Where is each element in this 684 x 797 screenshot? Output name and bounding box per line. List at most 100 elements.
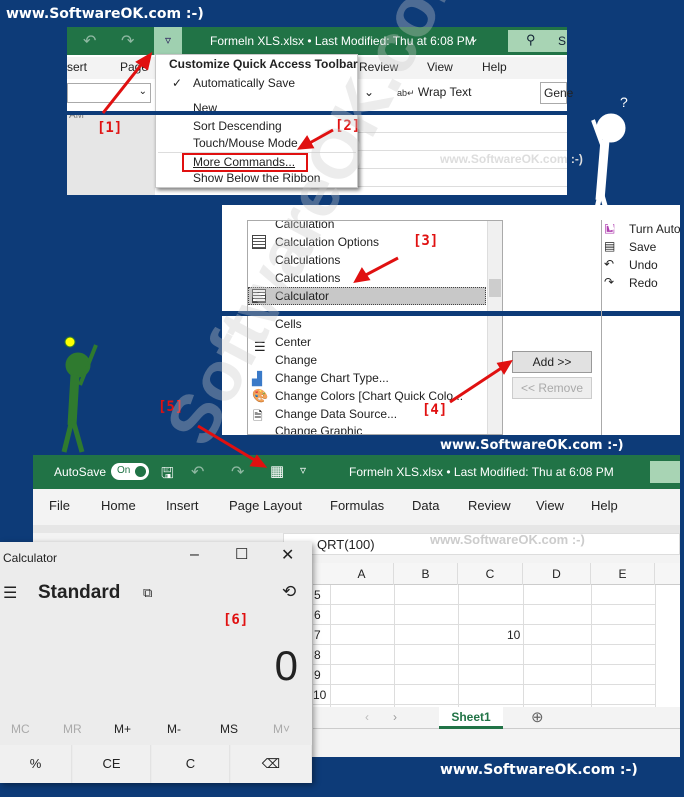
list-item[interactable]: Center	[275, 335, 311, 349]
memory-subtract-button[interactable]: M-	[167, 722, 181, 736]
clear-entry-button[interactable]: CE	[73, 745, 151, 783]
hamburger-menu-icon[interactable]: ☰	[3, 583, 17, 603]
calculator-icon[interactable]: ▦	[270, 462, 284, 480]
tab-home[interactable]: Home	[101, 498, 136, 513]
sheet-tab-bar: ‹ › Sheet1 ⊕	[313, 707, 680, 729]
memory-clear-button[interactable]: MC	[11, 722, 30, 736]
tab-page-layout[interactable]: Page Layout	[229, 498, 302, 513]
memory-store-button[interactable]: MS	[220, 722, 238, 736]
tab-review[interactable]: Review	[468, 498, 511, 513]
percent-button[interactable]: %	[0, 745, 72, 783]
worksheet-grid[interactable]: A B C D E 5 6 7 10 8 9 10	[313, 563, 680, 713]
tab-data[interactable]: Data	[412, 498, 439, 513]
minimize-icon[interactable]: –	[190, 546, 199, 564]
table-row: 5	[313, 585, 655, 605]
column-header[interactable]: D	[523, 563, 591, 585]
tab-insert[interactable]: Insert	[166, 498, 199, 513]
menu-item-new[interactable]: New	[193, 101, 217, 111]
list-item[interactable]: Calculation	[275, 221, 334, 231]
chevron-down-icon: ⌄	[138, 86, 147, 97]
undo-icon[interactable]: ↶	[83, 31, 96, 51]
search-box[interactable]	[650, 461, 680, 483]
sheet-tab-sheet1[interactable]: Sheet1	[439, 707, 503, 729]
column-header[interactable]: E	[591, 563, 655, 585]
list-item[interactable]: Calculation Options	[275, 235, 379, 249]
scrollbar-thumb[interactable]	[489, 279, 501, 297]
qat-item[interactable]: Redo	[629, 276, 658, 290]
tab-review[interactable]: Review	[359, 60, 398, 74]
qat-list[interactable]: ▣ Turn Auto ▤ Save ↶ Undo ↷ Redo	[601, 220, 681, 435]
qat-item[interactable]: Turn Auto	[629, 222, 681, 236]
tab-view[interactable]: View	[427, 60, 453, 74]
customize-qat-icon[interactable]: ▿	[300, 463, 306, 477]
redo-icon[interactable]: ↷	[121, 31, 134, 51]
ribbon-tabs: File Home Insert Page Layout Formulas Da…	[33, 493, 680, 521]
remove-button[interactable]: << Remove	[512, 377, 592, 399]
tab-help[interactable]: Help	[591, 498, 618, 513]
add-sheet-icon[interactable]: ⊕	[531, 708, 544, 726]
scroll-left-icon[interactable]: ‹	[365, 710, 369, 724]
redo-icon[interactable]: ↷	[231, 462, 244, 482]
chevron-down-icon[interactable]: ⌄	[364, 85, 374, 99]
calculator-mode: Standard	[38, 582, 121, 603]
chart-icon: ▟	[252, 371, 262, 386]
number-format-dropdown[interactable]: Gene	[540, 82, 573, 104]
column-header[interactable]: B	[394, 563, 458, 585]
title-bar: ↶ ↷ ▿ Formeln XLS.xlsx • Last Modified: …	[67, 27, 567, 55]
history-icon[interactable]: ⟲	[282, 582, 296, 602]
clear-button[interactable]: C	[152, 745, 230, 783]
customize-qat-menu-lower: Sort Descending Touch/Mouse Mode More Co…	[155, 115, 358, 188]
column-headers: A B C D E	[313, 563, 680, 585]
memory-recall-button[interactable]: MR	[63, 722, 82, 736]
memory-list-button[interactable]: M˅	[273, 722, 290, 736]
undo-icon[interactable]: ↶	[191, 462, 204, 482]
list-item[interactable]: Change Colors [Chart Quick Colo...	[275, 389, 463, 403]
list-item[interactable]: Calculations	[275, 271, 340, 285]
font-dropdown[interactable]: ⌄	[67, 83, 151, 103]
column-header[interactable]: C	[458, 563, 523, 585]
menu-item-sort-descending[interactable]: Sort Descending	[193, 119, 282, 133]
tab-formulas[interactable]: Formulas	[330, 498, 384, 513]
autosave-toggle[interactable]: On	[111, 463, 149, 480]
backspace-button[interactable]: ⌫	[231, 745, 312, 783]
list-item[interactable]: Change Graphic	[275, 424, 362, 434]
menu-item-touch-mode[interactable]: Touch/Mouse Mode	[193, 136, 298, 150]
cell-c7[interactable]: 10	[507, 625, 520, 645]
column-header[interactable]: A	[330, 563, 394, 585]
memory-add-button[interactable]: M+	[114, 722, 131, 736]
wrap-text-button[interactable]: ab↵ Wrap Text	[397, 85, 471, 99]
list-item[interactable]: Calculations	[275, 253, 340, 267]
list-item[interactable]: Change Data Source...	[275, 407, 397, 421]
list-item-calculator[interactable]: Calculator	[275, 289, 329, 303]
list-item[interactable]: Change Chart Type...	[275, 371, 389, 385]
scrollbar[interactable]	[487, 221, 502, 434]
tab-file[interactable]: File	[49, 498, 70, 513]
qat-item[interactable]: Undo	[629, 258, 658, 272]
palette-icon: 🎨	[252, 388, 269, 403]
dropdown-icon: ▿	[164, 33, 172, 47]
step-label-4: [4]	[422, 402, 448, 418]
tab-help[interactable]: Help	[482, 60, 507, 74]
list-item[interactable]: Change	[275, 353, 317, 367]
scroll-right-icon[interactable]: ›	[393, 710, 397, 724]
menu-item-automatically-save[interactable]: Automatically Save	[193, 76, 295, 90]
commands-list[interactable]: Calculation Calculation Options Calculat…	[247, 220, 503, 435]
close-icon[interactable]: ✕	[281, 545, 294, 565]
add-button[interactable]: Add >>	[512, 351, 592, 373]
search-box[interactable]: ⚲ S	[508, 30, 567, 52]
qat-item[interactable]: Save	[629, 240, 656, 254]
menu-item-show-below-ribbon[interactable]: Show Below the Ribbon	[193, 171, 320, 185]
tab-view[interactable]: View	[536, 498, 564, 513]
list-item[interactable]: Cells	[275, 317, 302, 331]
data-source-icon: 🗎	[253, 409, 263, 423]
menu-item-more-commands[interactable]: More Commands...	[193, 155, 295, 169]
tab-page[interactable]: Page	[120, 60, 148, 74]
maximize-icon[interactable]: ☐	[235, 545, 248, 563]
chevron-down-icon[interactable]: ⌄	[469, 31, 479, 45]
save-icon[interactable]: 🖫	[161, 463, 174, 488]
customize-qat-button[interactable]: ▿	[154, 27, 182, 55]
tab-insert[interactable]: sert	[67, 60, 87, 74]
document-title: Formeln XLS.xlsx • Last Modified: Thu at…	[210, 34, 475, 48]
keep-on-top-icon[interactable]: ⧉	[143, 585, 152, 601]
step-label-5: [5]	[158, 399, 184, 415]
